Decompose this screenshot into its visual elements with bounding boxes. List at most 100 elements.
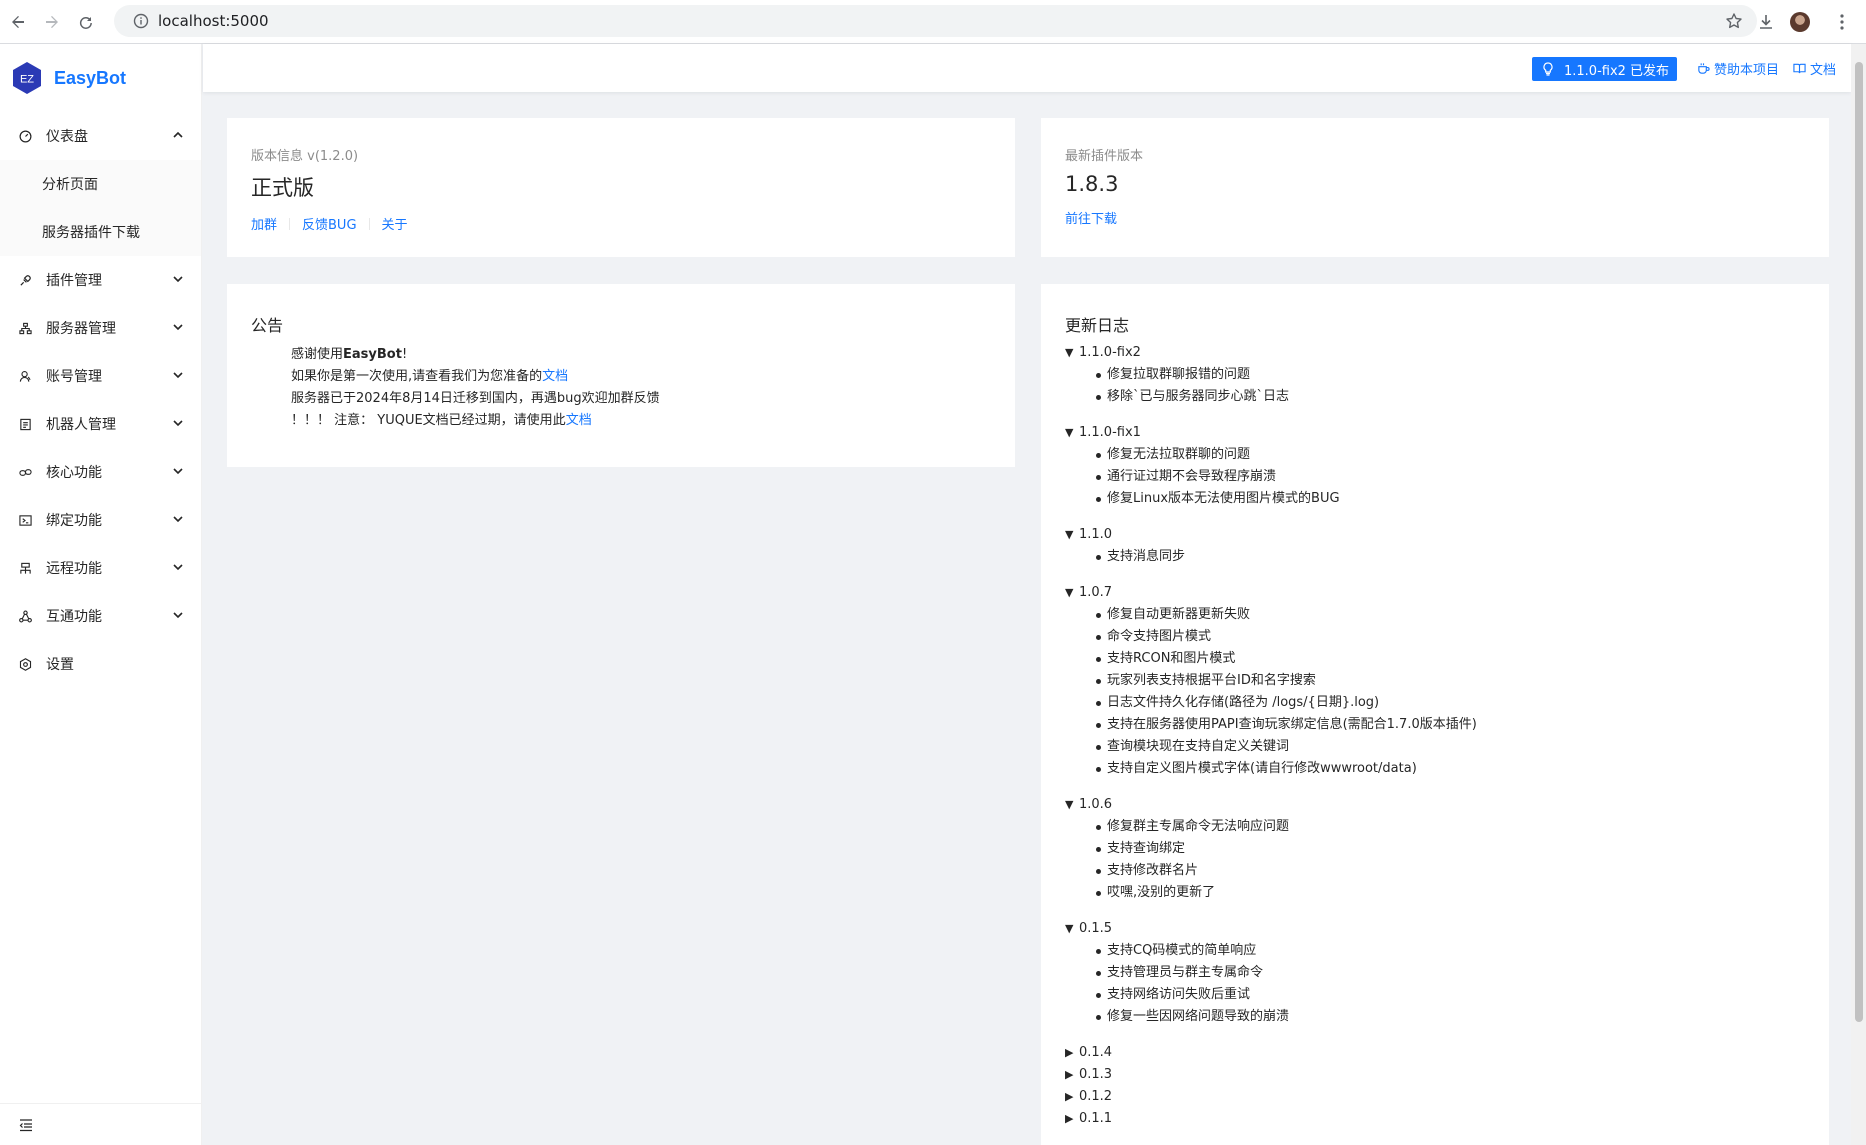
list-item: 支持CQ码模式的简单响应 bbox=[1096, 940, 1805, 962]
sidebar-item-label: 设置 bbox=[46, 657, 74, 673]
version-toggle[interactable]: ▶ 0.1.3 bbox=[1065, 1064, 1805, 1086]
dashboard-icon bbox=[18, 129, 32, 143]
changelog-title: 更新日志 bbox=[1065, 316, 1130, 335]
version-toggle[interactable]: ▼ 1.1.0-fix2 bbox=[1065, 342, 1805, 364]
version-toggle[interactable]: ▼ 1.0.7 bbox=[1065, 582, 1805, 604]
reload-icon[interactable] bbox=[72, 8, 100, 36]
scrollbar-thumb[interactable] bbox=[1855, 62, 1863, 1022]
list-item: 支持消息同步 bbox=[1096, 546, 1805, 568]
top-header: 1.1.0-fix2 已发布 赞助本项目 文档 bbox=[203, 44, 1851, 92]
notice-line: 服务器已于2024年8月14日迁移到国内，再遇bug欢迎加群反馈 bbox=[291, 391, 660, 406]
brand[interactable]: EZ EasyBot bbox=[0, 44, 201, 112]
link-divider bbox=[289, 217, 291, 230]
triangle-right-icon: ▶ bbox=[1065, 1112, 1074, 1125]
version-toggle[interactable]: ▼ 1.1.0 bbox=[1065, 524, 1805, 546]
triangle-down-icon: ▼ bbox=[1065, 586, 1074, 599]
forward-arrow-icon[interactable] bbox=[38, 8, 66, 36]
settings-icon bbox=[18, 657, 32, 671]
version-items: 支持CQ码模式的简单响应 支持管理员与群主专属命令 支持网络访问失败后重试 修复… bbox=[1065, 940, 1805, 1028]
sidebar-item-label: 服务器管理 bbox=[46, 321, 116, 337]
sidebar-item-accounts[interactable]: 账号管理 bbox=[0, 352, 201, 400]
sidebar-item-servers[interactable]: 服务器管理 bbox=[0, 304, 201, 352]
list-item: 移除`已与服务器同步心跳`日志 bbox=[1096, 386, 1805, 408]
go-download-link[interactable]: 前往下载 bbox=[1065, 208, 1117, 227]
sidebar-subitem-plugin-download[interactable]: 服务器插件下载 bbox=[0, 208, 201, 256]
plugin-links: 前往下载 bbox=[1065, 208, 1805, 227]
list-item: 修复Linux版本无法使用图片模式的BUG bbox=[1096, 488, 1805, 510]
notice-docs-link[interactable]: 文档 bbox=[542, 369, 568, 384]
list-item: 支持修改群名片 bbox=[1096, 860, 1805, 882]
menu-fold-icon bbox=[19, 1118, 32, 1131]
sidebar: EZ EasyBot 仪表盘 分析页面 服务器插件下载 插件管理 服务器管理 账… bbox=[0, 44, 202, 1145]
list-item: 修复群主专属命令无法响应问题 bbox=[1096, 816, 1805, 838]
share-icon bbox=[18, 609, 32, 623]
sidebar-item-remote[interactable]: 远程功能 bbox=[0, 544, 201, 592]
plugin-version-label: 最新插件版本 bbox=[1065, 149, 1144, 164]
report-bug-link[interactable]: 反馈BUG bbox=[302, 214, 357, 233]
notice-title: 公告 bbox=[251, 316, 284, 335]
version-toggle[interactable]: ▶ 0.1.2 bbox=[1065, 1086, 1805, 1108]
list-item: 哎嘿,没别的更新了 bbox=[1096, 882, 1805, 904]
version-toggle[interactable]: ▼ 1.1.0-fix1 bbox=[1065, 422, 1805, 444]
remote-icon bbox=[18, 561, 32, 575]
docs-link[interactable]: 文档 bbox=[1793, 59, 1836, 78]
version-label: 1.1.0-fix1 bbox=[1079, 425, 1141, 440]
address-bar[interactable]: localhost:5000 bbox=[114, 5, 1757, 37]
back-arrow-icon[interactable] bbox=[4, 8, 32, 36]
list-item: 查询模块现在支持自定义关键词 bbox=[1096, 736, 1805, 758]
list-item: 日志文件持久化存储(路径为 /logs/{日期}.log) bbox=[1096, 692, 1805, 714]
plugin-version-value: 1.8.3 bbox=[1065, 172, 1119, 196]
chevron-down-icon bbox=[172, 609, 184, 625]
notice-docs-link[interactable]: 文档 bbox=[566, 413, 592, 428]
join-group-link[interactable]: 加群 bbox=[251, 214, 277, 233]
triangle-right-icon: ▶ bbox=[1065, 1068, 1074, 1081]
sidebar-item-label: 账号管理 bbox=[46, 369, 102, 385]
version-label: 0.1.4 bbox=[1079, 1045, 1113, 1060]
notice-card: 公告 感谢使用EasyBot! 如果你是第一次使用,请查看我们为您准备的文档 服… bbox=[227, 284, 1015, 467]
sidebar-item-interop[interactable]: 互通功能 bbox=[0, 592, 201, 640]
sidebar-item-plugins[interactable]: 插件管理 bbox=[0, 256, 201, 304]
sidebar-subitem-analysis[interactable]: 分析页面 bbox=[0, 160, 201, 208]
collapse-sidebar-button[interactable] bbox=[0, 1103, 201, 1145]
version-toggle[interactable]: ▼ 1.0.6 bbox=[1065, 794, 1805, 816]
book-icon bbox=[1793, 63, 1806, 74]
sponsor-label: 赞助本项目 bbox=[1714, 63, 1780, 78]
triangle-down-icon: ▼ bbox=[1065, 922, 1074, 935]
version-edition: 正式版 bbox=[251, 176, 314, 200]
sidebar-item-label: 核心功能 bbox=[46, 465, 102, 481]
notice-text: 感谢使用 bbox=[291, 347, 344, 362]
easybot-logo-icon: EZ bbox=[13, 62, 41, 94]
bookmark-star-icon[interactable] bbox=[1725, 12, 1743, 34]
sidebar-item-label: 仪表盘 bbox=[46, 129, 88, 145]
about-link[interactable]: 关于 bbox=[382, 214, 408, 233]
docs-label: 文档 bbox=[1810, 63, 1837, 78]
download-icon[interactable] bbox=[1752, 8, 1780, 36]
notice-bold-text: EasyBot bbox=[343, 347, 402, 362]
sidebar-menu: 仪表盘 分析页面 服务器插件下载 插件管理 服务器管理 账号管理 机器人管理 核… bbox=[0, 112, 201, 688]
release-tag[interactable]: 1.1.0-fix2 已发布 bbox=[1532, 57, 1678, 81]
sidebar-item-dashboard[interactable]: 仪表盘 bbox=[0, 112, 201, 160]
notice-line: 感谢使用EasyBot! bbox=[291, 344, 991, 366]
profile-avatar[interactable] bbox=[1790, 12, 1810, 32]
changelog-card: 更新日志 ▼ 1.1.0-fix2 修复拉取群聊报错的问题 移除`已与服务器同步心… bbox=[1041, 284, 1829, 1145]
sidebar-item-core[interactable]: 核心功能 bbox=[0, 448, 201, 496]
bind-icon bbox=[18, 513, 32, 527]
sidebar-item-settings[interactable]: 设置 bbox=[0, 640, 201, 688]
version-toggle[interactable]: ▼ 0.1.5 bbox=[1065, 918, 1805, 940]
version-label: 1.0.7 bbox=[1079, 585, 1113, 600]
brand-name: EasyBot bbox=[54, 67, 127, 88]
version-toggle[interactable]: ▶ 0.1.1 bbox=[1065, 1108, 1805, 1130]
sponsor-link[interactable]: 赞助本项目 bbox=[1697, 59, 1779, 78]
core-icon bbox=[18, 465, 32, 479]
page-scrollbar[interactable] bbox=[1851, 44, 1866, 1145]
notice-body: 感谢使用EasyBot! 如果你是第一次使用,请查看我们为您准备的文档 服务器已… bbox=[251, 344, 991, 432]
sidebar-item-robots[interactable]: 机器人管理 bbox=[0, 400, 201, 448]
notice-line: 如果你是第一次使用,请查看我们为您准备的文档 bbox=[291, 366, 991, 388]
version-toggle[interactable]: ▶ 0.1.4 bbox=[1065, 1042, 1805, 1064]
more-menu-icon[interactable] bbox=[1828, 8, 1856, 36]
list-item: 修复自动更新器更新失败 bbox=[1096, 604, 1805, 626]
url-text[interactable]: localhost:5000 bbox=[158, 12, 269, 30]
sidebar-item-binding[interactable]: 绑定功能 bbox=[0, 496, 201, 544]
version-items: 修复群主专属命令无法响应问题 支持查询绑定 支持修改群名片 哎嘿,没别的更新了 bbox=[1065, 816, 1805, 904]
site-info-icon[interactable] bbox=[126, 13, 156, 29]
